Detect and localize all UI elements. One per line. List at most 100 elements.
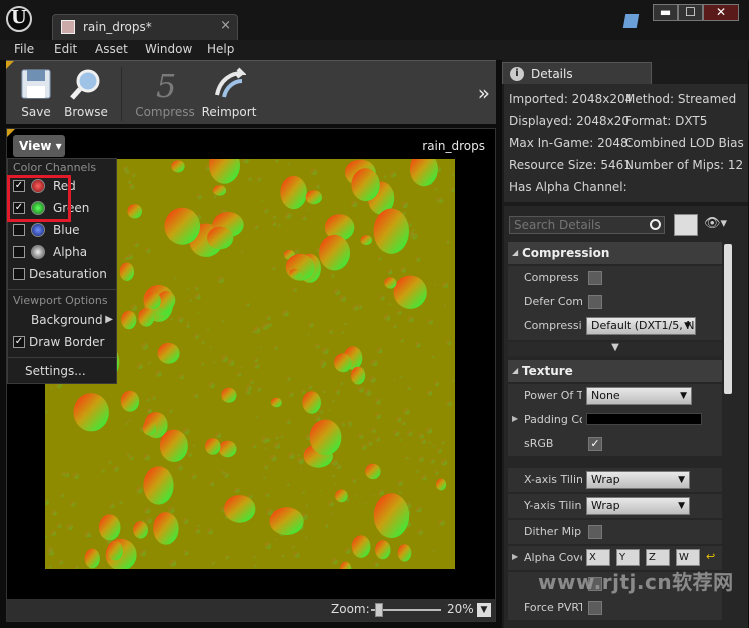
eye-icon[interactable]: 👁▾ — [704, 216, 727, 231]
droplet — [194, 286, 199, 291]
details-tab[interactable]: i Details — [502, 62, 652, 84]
compress-icon: 5 — [156, 67, 176, 101]
desaturation-checkbox[interactable] — [13, 268, 25, 280]
menu-file[interactable]: File — [14, 42, 34, 56]
settings-item[interactable]: Settings... — [13, 362, 113, 382]
droplet — [240, 366, 243, 369]
maximize-button[interactable]: ☐ — [678, 4, 703, 21]
view-menu-button[interactable]: View ▾ — [13, 135, 65, 157]
droplet — [340, 422, 345, 427]
force-pvrtc-checkbox[interactable] — [588, 601, 602, 615]
droplet — [307, 384, 313, 390]
toolbar-separator — [121, 67, 122, 121]
droplet — [282, 309, 289, 317]
droplet — [425, 427, 433, 434]
draw-border-checkbox[interactable]: ✓ — [13, 336, 25, 348]
property-label: Compressio — [524, 319, 582, 332]
droplet — [272, 215, 277, 219]
desaturation-item[interactable]: Desaturation — [13, 265, 113, 285]
menu-help[interactable]: Help — [207, 42, 234, 56]
toolbar: Save Browse 5 Compress Reimport » — [6, 60, 496, 124]
padding-color-swatch[interactable] — [586, 413, 702, 425]
droplet — [178, 374, 184, 380]
padding-color-row: ▶ Padding Co — [508, 408, 722, 432]
defer-compression-row: Defer Comp — [508, 290, 722, 314]
texture-category[interactable]: ◢ Texture — [508, 360, 722, 382]
channel-alpha-label: Alpha — [53, 245, 88, 259]
channel-blue-checkbox[interactable] — [13, 224, 25, 236]
menu-edit[interactable]: Edit — [54, 42, 77, 56]
droplet — [328, 329, 333, 334]
y-axis-tiling-combo[interactable]: Wrap ▼ — [586, 497, 690, 515]
close-tab-icon[interactable]: × — [220, 18, 231, 33]
toolbar-overflow-icon[interactable]: » — [478, 81, 490, 105]
channel-blue-item[interactable]: Blue — [13, 221, 113, 241]
channel-alpha-checkbox[interactable] — [13, 246, 25, 258]
channel-alpha-item[interactable]: Alpha — [13, 243, 113, 263]
droplet — [351, 478, 357, 483]
droplet — [405, 456, 409, 460]
close-window-button[interactable]: ✕ — [703, 4, 739, 21]
search-details-box[interactable] — [509, 216, 665, 234]
droplet — [133, 521, 148, 539]
droplet — [399, 375, 403, 379]
compression-settings-combo[interactable]: Default (DXT1/5, N ▼ — [586, 317, 696, 335]
zoom-slider-thumb[interactable] — [375, 603, 383, 617]
asset-tab[interactable]: rain_drops* × — [52, 14, 238, 40]
compression-category[interactable]: ◢ Compression — [508, 242, 722, 264]
source-control-icon[interactable] — [622, 14, 640, 28]
droplet — [396, 416, 402, 422]
compress-button[interactable]: 5 Compress — [132, 65, 198, 123]
channel-w-button[interactable]: W — [676, 549, 700, 566]
channel-y-button[interactable]: Y — [616, 549, 640, 566]
details-scrollbar[interactable] — [724, 244, 732, 394]
droplet — [427, 318, 434, 325]
expand-arrow-icon[interactable]: ▶ — [512, 414, 518, 423]
x-axis-tiling-combo[interactable]: Wrap ▼ — [586, 471, 690, 489]
search-details-input[interactable] — [510, 217, 646, 233]
defer-compression-checkbox[interactable] — [588, 295, 602, 309]
menu-window[interactable]: Window — [145, 42, 192, 56]
droplet — [177, 464, 183, 471]
reset-to-default-icon[interactable]: ↩ — [706, 550, 715, 563]
view-options-grid-icon[interactable] — [674, 214, 698, 236]
droplet — [324, 524, 328, 528]
droplet — [143, 454, 150, 461]
channel-x-button[interactable]: X — [586, 549, 610, 566]
compression-header-label: Compression — [522, 246, 610, 260]
droplet — [280, 175, 307, 210]
power-of-two-combo[interactable]: None ▼ — [586, 387, 692, 405]
droplet — [334, 389, 341, 395]
droplet — [291, 545, 295, 549]
droplet — [442, 282, 449, 289]
droplet — [415, 256, 421, 262]
droplet — [397, 480, 404, 486]
menu-asset[interactable]: Asset — [95, 42, 128, 56]
droplet — [331, 399, 335, 403]
browse-button[interactable]: Browse — [56, 65, 116, 123]
dither-mip-checkbox[interactable] — [588, 525, 602, 539]
droplet — [254, 224, 259, 229]
minimize-button[interactable]: ▬ — [653, 4, 678, 21]
draw-border-label: Draw Border — [29, 335, 105, 349]
srgb-checkbox[interactable]: ✓ — [588, 437, 602, 451]
droplet — [151, 395, 156, 400]
background-item[interactable]: Background ▶ — [13, 311, 113, 331]
reimport-button[interactable]: Reimport — [198, 65, 260, 123]
droplet — [145, 517, 152, 524]
droplet — [259, 345, 263, 348]
draw-border-item[interactable]: ✓ Draw Border — [13, 333, 113, 353]
channel-z-button[interactable]: Z — [646, 549, 670, 566]
compress-without-alpha-checkbox[interactable] — [588, 271, 602, 285]
unreal-logo-icon[interactable]: U — [6, 6, 32, 32]
expand-arrow-icon[interactable]: ▶ — [512, 552, 518, 561]
property-label: Alpha Cove — [524, 551, 582, 564]
advanced-expander[interactable]: ▼ — [508, 342, 722, 356]
droplet — [182, 518, 189, 524]
droplet — [227, 359, 235, 366]
zoom-dropdown-button[interactable]: ▼ — [477, 603, 491, 617]
droplet — [288, 391, 294, 397]
droplet — [373, 561, 379, 567]
droplet — [213, 185, 227, 196]
property-label: Force PVRT — [524, 601, 582, 614]
